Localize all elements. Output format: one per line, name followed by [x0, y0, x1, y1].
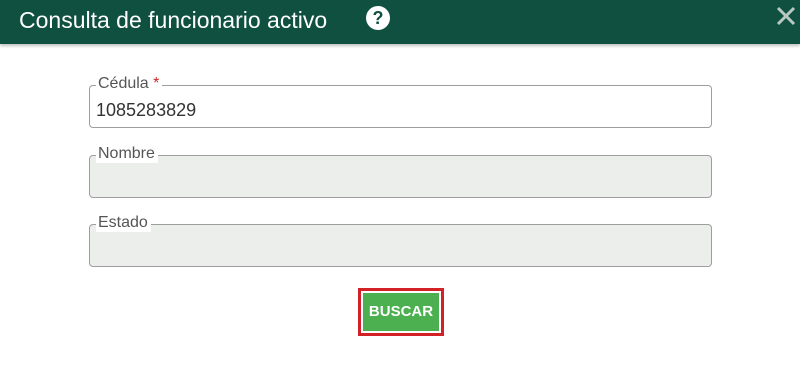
nombre-input-box	[89, 155, 712, 198]
dialog: Consulta de funcionario activo ? Cédula …	[0, 0, 800, 368]
cedula-label-text: Cédula	[98, 75, 149, 92]
search-button-highlight: BUSCAR	[358, 288, 444, 336]
nombre-label: Nombre	[96, 145, 158, 163]
close-icon[interactable]	[773, 3, 799, 29]
estado-label: Estado	[96, 214, 151, 232]
dialog-header: Consulta de funcionario activo ?	[0, 0, 800, 44]
required-mark: *	[153, 75, 160, 92]
estado-input	[96, 238, 696, 260]
help-icon[interactable]: ?	[366, 6, 390, 30]
cedula-label: Cédula *	[96, 75, 163, 93]
dialog-title: Consulta de funcionario activo	[19, 7, 328, 33]
cedula-input-box[interactable]	[89, 85, 712, 128]
nombre-input	[96, 169, 696, 191]
estado-input-box	[89, 224, 712, 267]
search-button[interactable]: BUSCAR	[363, 293, 439, 331]
cedula-input[interactable]	[96, 99, 696, 121]
